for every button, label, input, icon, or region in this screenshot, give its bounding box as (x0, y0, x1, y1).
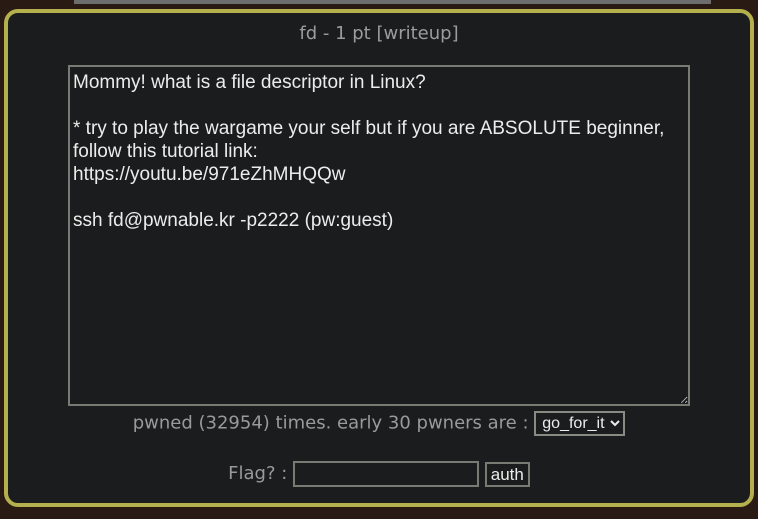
flag-label: Flag? : (228, 463, 288, 484)
challenge-title-text: fd - 1 pt (299, 23, 371, 44)
auth-button[interactable]: auth (484, 461, 530, 487)
top-bar (74, 0, 711, 4)
challenge-title: fd - 1 pt [writeup] (8, 23, 750, 44)
challenge-panel: fd - 1 pt [writeup] Mommy! what is a fil… (4, 9, 754, 507)
early-pwners-select[interactable]: go_for_it (534, 411, 626, 436)
pwned-count-text: pwned (32954) times. early 30 pwners are… (132, 412, 529, 434)
challenge-description[interactable]: Mommy! what is a file descriptor in Linu… (68, 65, 690, 406)
flag-row: Flag? : auth (8, 461, 750, 487)
writeup-link[interactable]: [writeup] (376, 23, 458, 44)
flag-input[interactable] (293, 461, 480, 487)
pwned-row: pwned (32954) times. early 30 pwners are… (8, 411, 750, 436)
